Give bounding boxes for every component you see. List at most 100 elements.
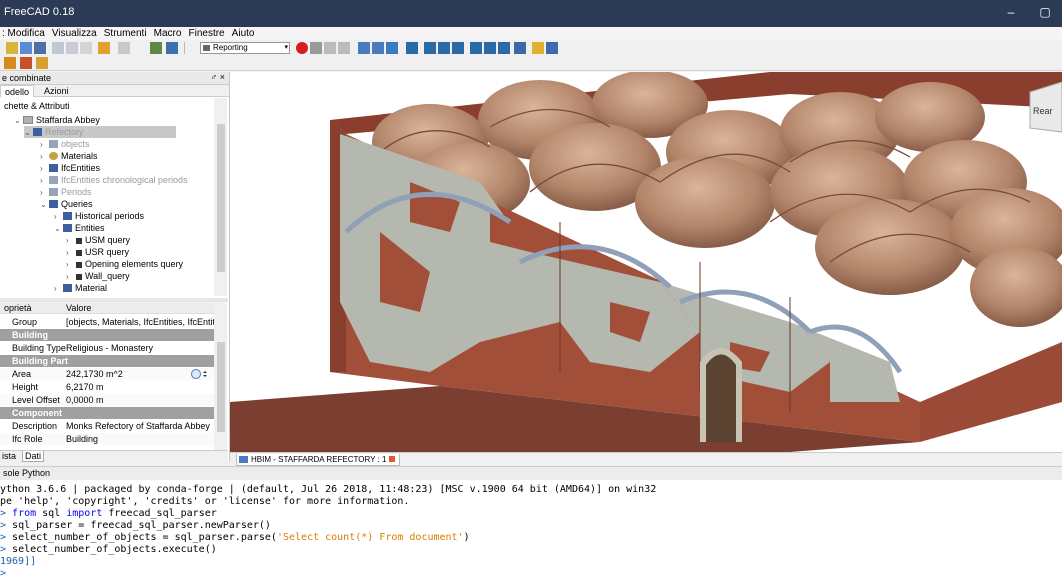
maximize-button[interactable]: ▢ bbox=[1028, 0, 1062, 27]
property-row-ifc-role[interactable]: Ifc Role Building bbox=[0, 433, 214, 445]
measure-icon[interactable] bbox=[514, 42, 526, 54]
top-view-icon[interactable] bbox=[438, 42, 450, 54]
redo-icon[interactable] bbox=[118, 42, 130, 54]
fit-all-icon[interactable] bbox=[358, 42, 370, 54]
menu-visualizza[interactable]: Visualizza bbox=[50, 27, 99, 40]
isometric-view-icon[interactable] bbox=[406, 42, 418, 54]
property-scrollbar-thumb[interactable] bbox=[217, 342, 225, 432]
reporting-icon[interactable] bbox=[4, 57, 16, 69]
tab-tasks[interactable]: Azioni bbox=[40, 85, 73, 97]
tab-view[interactable]: ista bbox=[0, 451, 18, 462]
bottom-view-icon[interactable] bbox=[484, 42, 496, 54]
tree-header: chette & Attributi bbox=[4, 101, 70, 111]
tree-item-ifcentities[interactable]: › IfcEntities bbox=[40, 162, 100, 174]
query-icon bbox=[76, 250, 82, 256]
folder-icon bbox=[63, 224, 72, 232]
tree-item-wall-query[interactable]: › Wall_query bbox=[66, 270, 130, 282]
tree-item-material[interactable]: › Material bbox=[54, 282, 107, 294]
rear-view-icon[interactable] bbox=[470, 42, 482, 54]
chevron-right-icon[interactable]: › bbox=[54, 283, 63, 295]
console-line: ython 3.6.6 | packaged by conda-forge | … bbox=[0, 484, 657, 495]
panel-float-close-controls[interactable]: ♂ × bbox=[210, 72, 225, 82]
property-group-component[interactable]: Component bbox=[0, 407, 214, 419]
property-group-building[interactable]: Building bbox=[0, 329, 214, 341]
property-row-description[interactable]: Description Monks Refectory of Staffarda… bbox=[0, 420, 214, 432]
menu-finestre[interactable]: Finestre bbox=[186, 27, 226, 40]
menu-strumenti[interactable]: Strumenti bbox=[102, 27, 149, 40]
whats-this-icon[interactable] bbox=[166, 42, 178, 54]
property-row-group[interactable]: Group [objects, Materials, IfcEntities, … bbox=[0, 316, 214, 328]
tree-item-objects[interactable]: › objects bbox=[40, 138, 90, 150]
tab-model[interactable]: odello bbox=[0, 85, 35, 97]
tree-scrollbar[interactable] bbox=[214, 98, 227, 296]
combo-view-title: e combinate bbox=[2, 73, 52, 83]
tree-item-ifcentities-chronological-periods[interactable]: › IfcEntities chronological periods bbox=[40, 174, 188, 186]
property-scrollbar[interactable] bbox=[214, 302, 227, 450]
menu-modifica[interactable]: : Modifica bbox=[0, 27, 47, 40]
stop-macro-icon[interactable] bbox=[310, 42, 322, 54]
tab-data[interactable]: Dati bbox=[22, 451, 45, 462]
run-macro-icon[interactable] bbox=[338, 42, 350, 54]
part-icon[interactable] bbox=[532, 42, 544, 54]
navcube-face-label: Rear bbox=[1033, 106, 1053, 116]
workbench-selector[interactable]: Reporting ▾ bbox=[200, 42, 290, 54]
tree-item-periods[interactable]: › Periods bbox=[40, 186, 92, 198]
report-query-icon[interactable] bbox=[20, 57, 32, 69]
chevron-down-icon[interactable]: ⌄ bbox=[54, 223, 63, 235]
group-icon[interactable] bbox=[546, 42, 558, 54]
property-row-height[interactable]: Height 6,2170 m bbox=[0, 381, 214, 393]
tree-scrollbar-thumb[interactable] bbox=[217, 124, 225, 272]
report-export-icon[interactable] bbox=[36, 57, 48, 69]
chevron-down-icon[interactable]: ⌄ bbox=[24, 127, 33, 139]
undo-icon[interactable] bbox=[98, 42, 110, 54]
folder-icon bbox=[63, 284, 72, 292]
tree-item-staffarda-abbey[interactable]: ⌄ Staffarda Abbey bbox=[14, 114, 100, 126]
python-console-title: sole Python bbox=[3, 468, 51, 478]
property-editor: oprietà Valore Group [objects, Materials… bbox=[0, 302, 214, 450]
property-row-level-offset[interactable]: Level Offset 0,0000 m bbox=[0, 394, 214, 406]
open-file-icon[interactable] bbox=[20, 42, 32, 54]
fit-selection-icon[interactable] bbox=[372, 42, 384, 54]
property-row-area[interactable]: Area 242,1730 m^2 bbox=[0, 368, 214, 380]
folder-icon bbox=[49, 176, 58, 184]
save-icon[interactable] bbox=[34, 42, 46, 54]
draw-style-icon[interactable] bbox=[386, 42, 398, 54]
record-macro-icon[interactable] bbox=[296, 42, 308, 54]
document-tab[interactable]: HBIM - STAFFARDA REFECTORY : 1 bbox=[236, 454, 401, 466]
folder-icon bbox=[49, 188, 58, 196]
macros-icon[interactable] bbox=[324, 42, 336, 54]
property-row-building-type[interactable]: Building Type Religious - Monastery bbox=[0, 342, 214, 354]
tree-item-usm-query[interactable]: › USM query bbox=[66, 234, 130, 246]
document-icon bbox=[23, 116, 33, 124]
3d-viewport[interactable]: Rear bbox=[230, 72, 1062, 452]
spinbox-control[interactable] bbox=[190, 368, 210, 380]
tree-item-refectory[interactable]: ⌄ Refectory bbox=[24, 126, 176, 138]
query-icon bbox=[76, 238, 82, 244]
chevron-down-icon[interactable]: ⌄ bbox=[40, 199, 49, 211]
copy-icon[interactable] bbox=[66, 42, 78, 54]
tree-item-queries[interactable]: ⌄ Queries bbox=[40, 198, 93, 210]
refectory-3d-model[interactable]: Rear bbox=[230, 72, 1062, 452]
chevron-down-icon[interactable]: ⌄ bbox=[14, 115, 23, 127]
right-view-icon[interactable] bbox=[452, 42, 464, 54]
tree-item-usr-query[interactable]: › USR query bbox=[66, 246, 129, 258]
menu-macro[interactable]: Macro bbox=[152, 27, 184, 40]
minimize-button[interactable]: – bbox=[994, 0, 1028, 27]
cut-icon[interactable] bbox=[52, 42, 64, 54]
close-icon[interactable] bbox=[389, 456, 396, 462]
refresh-icon[interactable] bbox=[150, 42, 162, 54]
python-console[interactable]: ython 3.6.6 | packaged by conda-forge | … bbox=[0, 480, 1062, 588]
tree-item-materials[interactable]: › Materials bbox=[40, 150, 98, 162]
front-view-icon[interactable] bbox=[424, 42, 436, 54]
tree-item-historical-periods[interactable]: › Historical periods bbox=[54, 210, 144, 222]
tree-item-opening-elements-query[interactable]: › Opening elements query bbox=[66, 258, 183, 270]
new-file-icon[interactable] bbox=[6, 42, 18, 54]
menu-aiuto[interactable]: Aiuto bbox=[230, 27, 257, 40]
tree-item-entities[interactable]: ⌄ Entities bbox=[54, 222, 105, 234]
property-group-building-part[interactable]: Building Part bbox=[0, 355, 214, 367]
left-view-icon[interactable] bbox=[498, 42, 510, 54]
paste-icon[interactable] bbox=[80, 42, 92, 54]
console-line: > select_number_of_objects = sql_parser.… bbox=[0, 532, 470, 543]
console-input-prompt[interactable]: > bbox=[0, 568, 6, 580]
console-output-line: 1969]] bbox=[0, 556, 37, 567]
